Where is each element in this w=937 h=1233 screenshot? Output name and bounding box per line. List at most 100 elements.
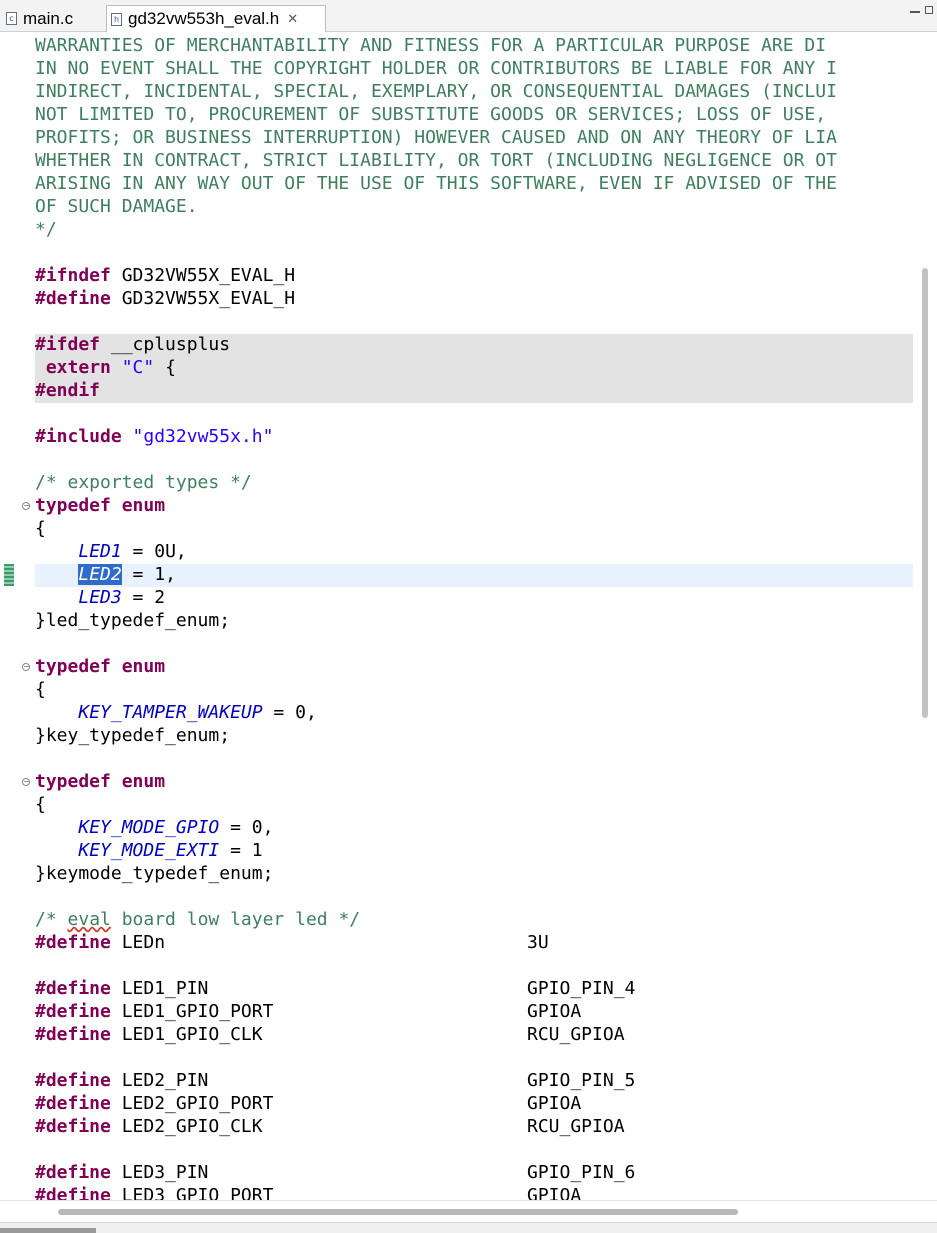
define-line: #define LED2_GPIO_CLK RCU_GPIOA — [35, 1115, 913, 1138]
selected-enumerator[interactable]: LED2 — [78, 564, 122, 585]
code-line: }keymode_typedef_enum; — [35, 863, 274, 884]
keyword: enum — [121, 656, 166, 677]
tab-label: gd32vw553h_eval.h — [128, 9, 280, 28]
tab-main-c[interactable]: c main.c — [4, 5, 108, 32]
macro-value: 3U — [527, 932, 549, 953]
macro-value: GPIO_PIN_4 — [527, 978, 636, 999]
macro-name: __cplusplus — [110, 334, 231, 355]
keyword: #define — [35, 1001, 111, 1022]
enum-value: 0, — [295, 702, 317, 723]
code-line: WHETHER IN CONTRACT, STRICT LIABILITY, O… — [35, 150, 837, 171]
define-line: #define LED1_PIN GPIO_PIN_4 — [35, 977, 913, 1000]
code-line: IN NO EVENT SHALL THE COPYRIGHT HOLDER O… — [35, 58, 837, 79]
keyword: #define — [35, 1185, 111, 1200]
macro-value: GPIOA — [527, 1093, 582, 1114]
code-line: #endif — [35, 379, 913, 402]
enum-value: 1 — [251, 840, 263, 861]
fold-toggle-icon[interactable]: − — [22, 778, 30, 786]
macro-name: GD32VW55X_EVAL_H — [121, 265, 296, 286]
bottom-panel-tab[interactable] — [0, 1228, 96, 1233]
macro-name: LED2_PIN — [121, 1070, 209, 1091]
vertical-scroll-thumb[interactable] — [922, 268, 928, 718]
define-line: #define LED3_PIN GPIO_PIN_6 — [35, 1161, 913, 1184]
keyword: #define — [35, 1070, 111, 1091]
include-path: "gd32vw55x.h" — [132, 426, 274, 447]
keyword: #ifndef — [35, 265, 111, 286]
vertical-scrollbar[interactable] — [913, 32, 937, 1200]
code-line: OF SUCH DAMAGE. — [35, 196, 198, 217]
keyword: #define — [35, 932, 111, 953]
keyword: extern — [45, 357, 111, 378]
c-source-file-icon: c — [6, 12, 17, 25]
code-line: KEY_TAMPER_WAKEUP = 0, — [78, 702, 317, 723]
define-line: #define LEDn 3U — [35, 931, 913, 954]
code-line: #include "gd32vw55x.h" — [35, 425, 913, 448]
editor-tab-bar: c main.c h gd32vw553h_eval.h ✕ — [0, 0, 937, 32]
code-editor[interactable]: − − − WARRANTIES OF MERCHANTABILITY AND … — [0, 32, 937, 1200]
code-line: extern "C" { — [35, 356, 913, 379]
comment-line: /* eval board low layer led */ — [35, 908, 913, 931]
macro-value: GPIOA — [527, 1001, 582, 1022]
code-line: INDIRECT, INCIDENTAL, SPECIAL, EXEMPLARY… — [35, 81, 837, 102]
spelling-error-word[interactable]: eval — [68, 909, 111, 930]
code-line: */ — [35, 219, 57, 240]
minimize-icon[interactable] — [910, 11, 920, 13]
keyword: typedef — [35, 656, 111, 677]
code-line: KEY_MODE_GPIO = 0, — [78, 817, 274, 838]
keyword: #define — [35, 288, 111, 309]
code-line: #ifndef GD32VW55X_EVAL_H — [35, 264, 913, 287]
enum-value: 0, — [251, 817, 274, 838]
brace-line: { — [35, 679, 46, 700]
keyword: typedef — [35, 495, 111, 516]
brace: { — [165, 357, 176, 378]
enumerator: KEY_MODE_GPIO — [78, 817, 220, 838]
enumerator: KEY_MODE_EXTI — [78, 840, 220, 861]
keyword: #define — [35, 1162, 111, 1183]
keyword: #define — [35, 978, 111, 999]
code-line: PROFITS; OR BUSINESS INTERRUPTION) HOWEV… — [35, 127, 837, 148]
keyword: #define — [35, 1093, 111, 1114]
code-line: typedef enum — [35, 655, 913, 678]
horizontal-scrollbar[interactable] — [0, 1200, 937, 1222]
code-line: LED1 = 0U, — [78, 541, 187, 562]
string-literal: "C" — [121, 357, 155, 378]
bottom-panel-edge — [0, 1222, 937, 1233]
fold-toggle-icon[interactable]: − — [22, 663, 30, 671]
tab-gd32vw553h-eval-h[interactable]: h gd32vw553h_eval.h ✕ — [106, 5, 326, 32]
keyword: #define — [35, 1116, 111, 1137]
code-line: #define GD32VW55X_EVAL_H — [35, 287, 913, 310]
code-line: WARRANTIES OF MERCHANTABILITY AND FITNES… — [35, 35, 827, 56]
enum-value: 2 — [154, 587, 166, 608]
define-line: #define LED2_PIN GPIO_PIN_5 — [35, 1069, 913, 1092]
fold-toggle-icon[interactable]: − — [22, 502, 30, 510]
keyword: enum — [121, 771, 166, 792]
horizontal-scroll-thumb[interactable] — [58, 1209, 738, 1215]
window-controls — [910, 6, 933, 14]
close-icon[interactable]: ✕ — [287, 12, 298, 27]
define-line: #define LED2_GPIO_PORT GPIOA — [35, 1092, 913, 1115]
macro-name: LED2_GPIO_CLK — [121, 1116, 263, 1137]
change-marker[interactable] — [4, 564, 14, 586]
keyword: typedef — [35, 771, 111, 792]
code-line: typedef enum — [35, 494, 913, 517]
macro-value: GPIO_PIN_5 — [527, 1070, 636, 1091]
define-line: #define LED1_GPIO_CLK RCU_GPIOA — [35, 1023, 913, 1046]
keyword: #include — [35, 426, 122, 447]
maximize-icon[interactable] — [925, 6, 933, 14]
tab-label: main.c — [23, 8, 74, 28]
macro-value: GPIOA — [527, 1185, 582, 1200]
keyword: #define — [35, 1024, 111, 1045]
code-line: KEY_MODE_EXTI = 1 — [78, 840, 263, 861]
code-line: LED3 = 2 — [78, 587, 166, 608]
code-line: typedef enum — [35, 770, 913, 793]
code-line: }led_typedef_enum; — [35, 610, 231, 631]
